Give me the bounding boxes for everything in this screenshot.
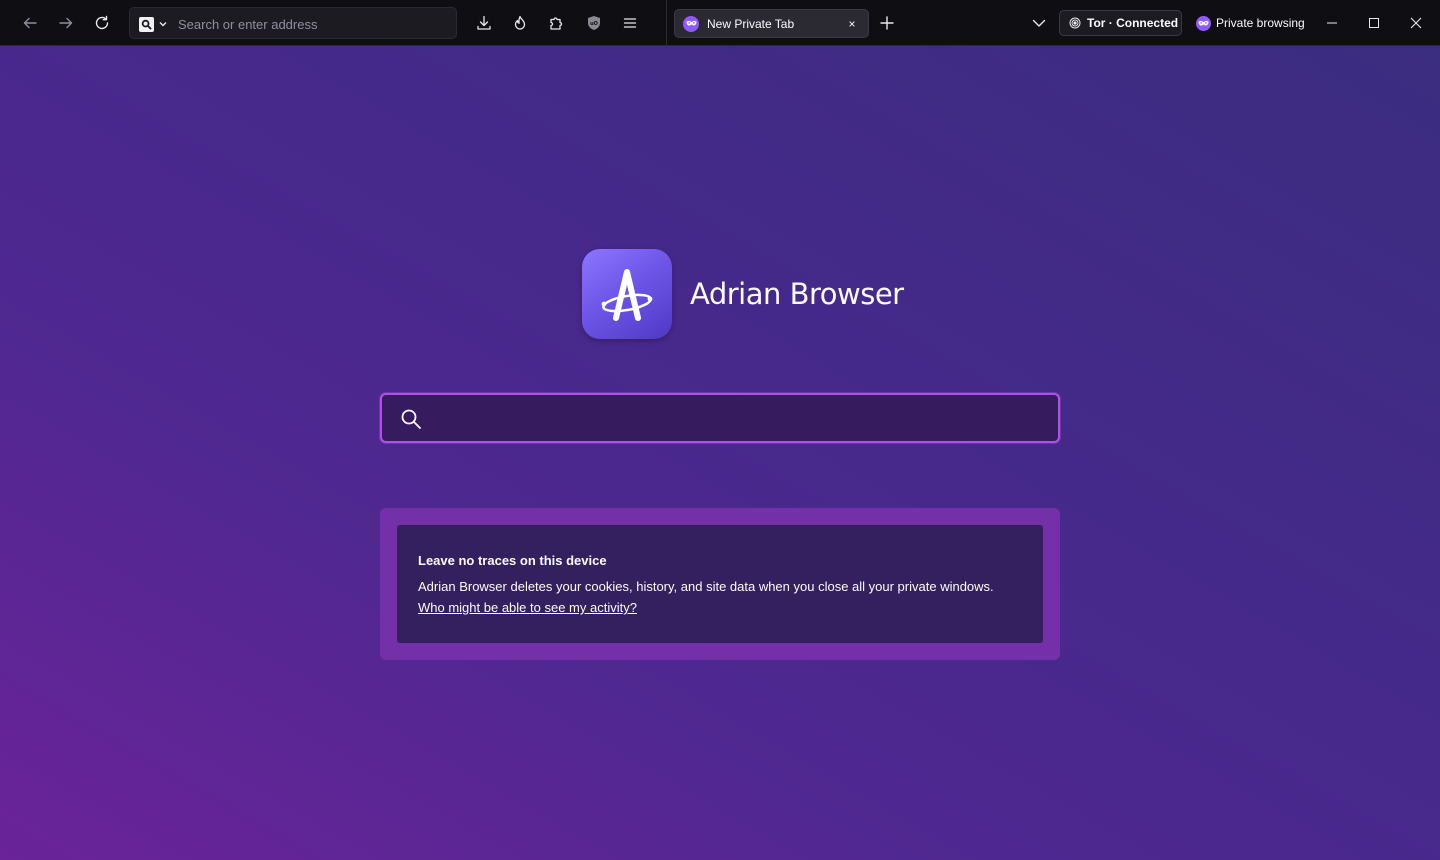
close-window-button[interactable] — [1401, 8, 1431, 38]
maximize-icon — [1369, 18, 1379, 28]
new-tab-button[interactable] — [871, 7, 903, 39]
ublock-shield-icon: uO — [588, 16, 600, 30]
address-bar — [129, 7, 457, 39]
minimize-button[interactable] — [1317, 8, 1347, 38]
toolbar-divider — [666, 0, 667, 46]
puzzle-piece-icon — [550, 17, 563, 30]
chevron-down-icon — [159, 22, 167, 27]
forget-fire-icon — [514, 15, 526, 30]
downloads-button[interactable] — [468, 7, 500, 39]
forget-button[interactable] — [504, 7, 536, 39]
svg-text:uO: uO — [590, 21, 598, 27]
info-title: Leave no traces on this device — [418, 553, 607, 568]
brand-name: Adrian Browser — [690, 277, 904, 311]
menu-button[interactable] — [614, 7, 646, 39]
hamburger-menu-icon — [623, 18, 637, 28]
download-icon — [477, 15, 491, 30]
chevron-down-icon — [1032, 19, 1046, 27]
private-browsing-label: Private browsing — [1216, 16, 1305, 30]
reload-button[interactable] — [86, 7, 118, 39]
ublock-button[interactable]: uO — [578, 7, 610, 39]
private-info-card: Leave no traces on this device Adrian Br… — [380, 508, 1060, 660]
search-engine-icon — [139, 16, 154, 32]
tab-close-icon[interactable]: × — [844, 16, 860, 32]
private-info-panel: Leave no traces on this device Adrian Br… — [397, 525, 1043, 643]
tab-label: New Private Tab — [707, 16, 795, 31]
learn-more-link[interactable]: Who might be able to see my activity? — [418, 597, 637, 618]
tab-new-private-tab[interactable]: New Private Tab × — [674, 9, 869, 38]
url-input[interactable] — [178, 14, 448, 34]
close-icon — [1410, 17, 1422, 29]
private-new-tab-page: Adrian Browser Leave no traces on this d… — [0, 46, 1440, 860]
tor-status-label: Tor · Connected — [1087, 16, 1179, 30]
search-engine-selector[interactable] — [136, 13, 174, 35]
back-button[interactable] — [14, 7, 46, 39]
browser-toolbar: uO New Private Tab × Tor · — [0, 0, 1440, 46]
private-mask-icon — [1196, 15, 1211, 31]
search-input[interactable] — [434, 407, 1034, 431]
private-search-box[interactable] — [380, 393, 1060, 443]
browser-logo-icon — [582, 249, 672, 339]
back-arrow-icon — [23, 17, 37, 29]
forward-button[interactable] — [50, 7, 82, 39]
private-browsing-indicator: Private browsing — [1196, 14, 1305, 32]
list-all-tabs-button[interactable] — [1023, 7, 1055, 39]
info-body: Adrian Browser deletes your cookies, his… — [418, 579, 994, 594]
extensions-button[interactable] — [540, 7, 572, 39]
forward-arrow-icon — [59, 17, 73, 29]
minimize-icon — [1327, 22, 1337, 24]
onion-icon — [1069, 17, 1081, 29]
tor-status-button[interactable]: Tor · Connected — [1059, 10, 1182, 36]
brand-header: Adrian Browser — [582, 249, 904, 339]
private-mask-icon — [683, 15, 699, 32]
search-icon — [401, 409, 421, 429]
reload-icon — [95, 15, 109, 30]
plus-icon — [880, 16, 894, 30]
maximize-button[interactable] — [1359, 8, 1389, 38]
